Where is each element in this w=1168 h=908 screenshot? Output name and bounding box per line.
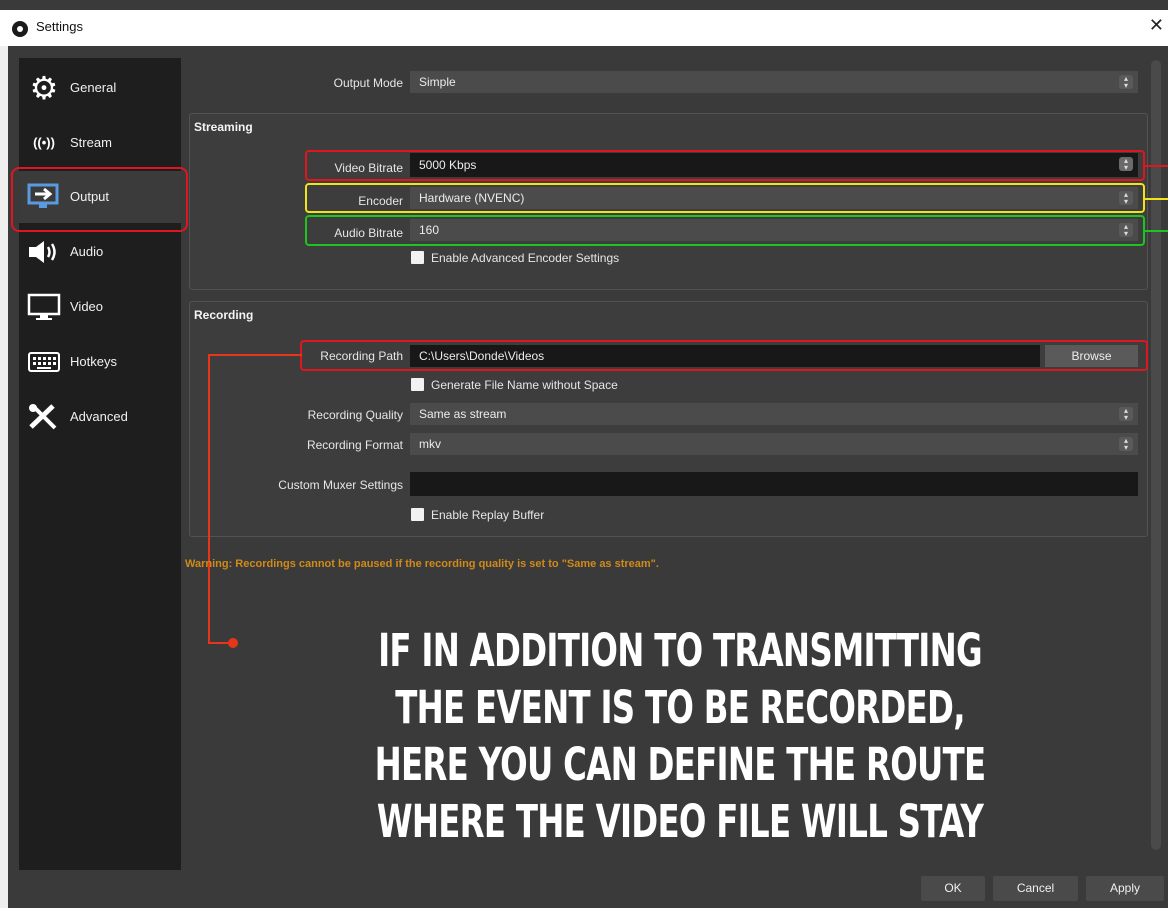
output-mode-select[interactable]: Simple ▴ ▾ — [410, 71, 1138, 93]
sidebar-item-stream[interactable]: ((•)) Stream — [19, 117, 181, 169]
cancel-button[interactable]: Cancel — [993, 876, 1078, 901]
video-bitrate-highlight — [305, 150, 1145, 181]
video-bitrate-callout-line — [1145, 165, 1168, 167]
sidebar-item-label: General — [70, 80, 117, 95]
title-bar: Settings ✕ — [0, 10, 1168, 46]
apply-button[interactable]: Apply — [1086, 876, 1164, 901]
recording-group-title: Recording — [194, 308, 254, 322]
tools-icon — [27, 403, 61, 431]
vertical-scrollbar[interactable] — [1151, 60, 1161, 850]
output-mode-label: Output Mode — [333, 76, 403, 90]
callout-dot-icon — [228, 638, 238, 648]
recording-format-select[interactable]: mkv ▴ ▾ — [410, 433, 1138, 455]
sidebar-item-label: Audio — [70, 244, 104, 259]
encoder-highlight — [305, 183, 1145, 213]
advanced-encoder-checkbox[interactable] — [411, 251, 424, 264]
obs-logo-icon — [12, 21, 28, 37]
recording-quality-select[interactable]: Same as stream ▴ ▾ — [410, 403, 1138, 425]
streaming-group-title: Streaming — [194, 120, 253, 134]
gear-icon: ⚙ — [29, 70, 59, 106]
advanced-encoder-label: Enable Advanced Encoder Settings — [431, 251, 620, 265]
sidebar-item-video[interactable]: Video — [19, 281, 181, 333]
encoder-callout-line — [1145, 198, 1168, 200]
annotation-caption: If in addition to transmitting the event… — [374, 624, 987, 848]
audio-bitrate-highlight — [305, 215, 1145, 246]
recording-path-highlight — [300, 340, 1148, 371]
window-title: Settings — [36, 19, 83, 34]
sidebar-item-audio[interactable]: Audio — [19, 226, 181, 278]
sidebar-item-label: Stream — [70, 135, 112, 150]
audio-bitrate-callout-line — [1145, 230, 1168, 232]
ok-button[interactable]: OK — [921, 876, 985, 901]
callout-line-vertical — [208, 354, 210, 644]
spin-arrows-icon: ▴ ▾ — [1119, 407, 1133, 422]
window-edge — [0, 46, 8, 908]
no-space-checkbox[interactable] — [411, 378, 424, 391]
warning-text: Warning: Recordings cannot be paused if … — [185, 558, 659, 570]
callout-line-top — [208, 354, 302, 356]
sidebar-item-label: Advanced — [70, 409, 128, 424]
sidebar-item-general[interactable]: ⚙ General — [19, 62, 181, 114]
sidebar-item-label: Hotkeys — [70, 354, 117, 369]
spin-arrows-icon: ▴ ▾ — [1119, 75, 1133, 90]
replay-buffer-label: Enable Replay Buffer — [431, 508, 545, 522]
speaker-icon — [27, 238, 61, 266]
monitor-icon — [27, 293, 61, 321]
custom-muxer-label: Custom Muxer Settings — [278, 478, 403, 492]
sidebar-item-advanced[interactable]: Advanced — [19, 391, 181, 443]
antenna-icon: ((•)) — [33, 135, 55, 150]
output-highlight-box — [11, 167, 188, 232]
sidebar-item-hotkeys[interactable]: Hotkeys — [19, 336, 181, 388]
no-space-label: Generate File Name without Space — [431, 378, 618, 392]
replay-buffer-checkbox[interactable] — [411, 508, 424, 521]
custom-muxer-input[interactable] — [410, 472, 1138, 496]
keyboard-icon — [27, 348, 61, 376]
sidebar-item-label: Video — [70, 299, 104, 314]
recording-quality-label: Recording Quality — [307, 408, 403, 422]
close-icon[interactable]: ✕ — [1149, 15, 1164, 36]
spin-arrows-icon: ▴ ▾ — [1119, 437, 1133, 452]
recording-format-label: Recording Format — [306, 438, 403, 452]
